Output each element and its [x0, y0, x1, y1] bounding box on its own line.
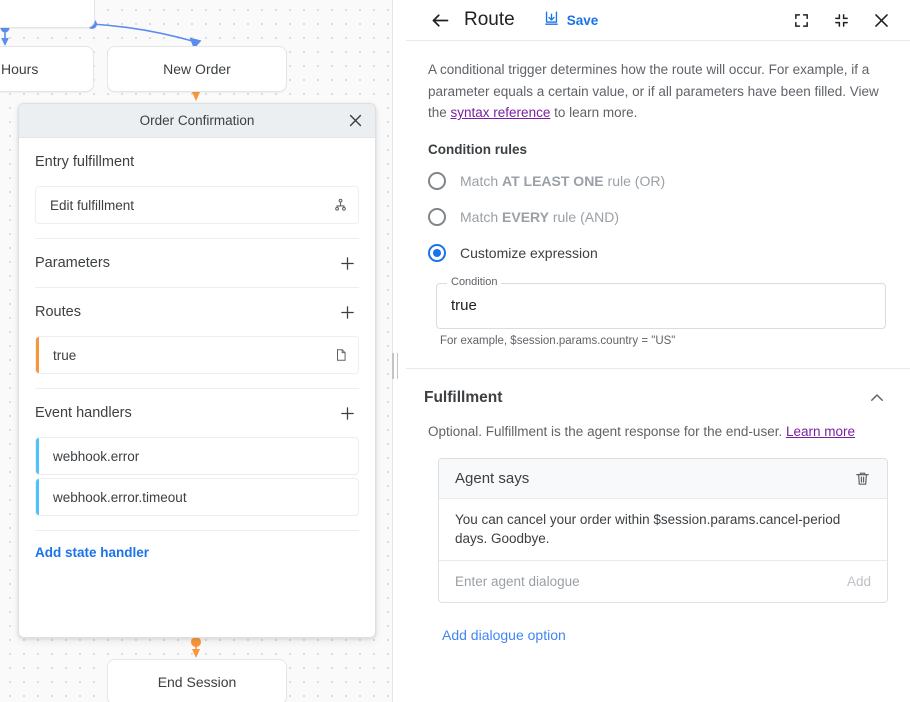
radio-match-every[interactable]: Match EVERY rule (AND) — [428, 199, 888, 235]
radio-customize-expression-label: Customize expression — [460, 245, 598, 261]
dialogflow-route-editor: Start Hours New Order End Session Order … — [0, 0, 910, 702]
section-event-handlers: Event handlers — [35, 389, 359, 437]
condition-section: A conditional trigger determines how the… — [406, 41, 910, 347]
page-icon — [334, 347, 348, 363]
condition-input[interactable]: true — [436, 283, 886, 329]
page-detail-card: Order Confirmation Entry fulfillment Edi… — [18, 103, 376, 638]
flow-node-new-order-label: New Order — [163, 61, 231, 77]
fulfillment-description-text: Optional. Fulfillment is the agent respo… — [428, 424, 786, 439]
condition-input-value: true — [451, 297, 477, 314]
flow-node-start[interactable]: Start — [0, 0, 95, 28]
page-card-title: Order Confirmation — [140, 113, 255, 128]
radio-customize-expression[interactable]: Customize expression — [428, 235, 888, 271]
condition-rules-heading: Condition rules — [428, 142, 888, 157]
agent-says-card: Agent says You can cancel your order wit… — [438, 458, 888, 603]
section-entry-fulfillment-title: Entry fulfillment — [35, 154, 134, 170]
panel-divider — [392, 0, 393, 702]
fulfillment-body: Optional. Fulfillment is the agent respo… — [406, 421, 910, 646]
radio-match-at-least-one-label: Match AT LEAST ONE rule (OR) — [460, 173, 665, 189]
add-event-handler-button[interactable] — [335, 401, 359, 425]
fulfillment-accordion-header[interactable]: Fulfillment — [406, 369, 910, 421]
event-handler-label: webhook.error — [36, 449, 139, 464]
close-icon[interactable] — [868, 7, 894, 33]
fullscreen-exit-icon[interactable] — [828, 7, 854, 33]
flow-node-new-order[interactable]: New Order — [107, 46, 287, 92]
panel-resize-handle[interactable] — [390, 352, 400, 380]
agent-says-message[interactable]: You can cancel your order within $sessio… — [439, 499, 887, 561]
radio-match-every-label: Match EVERY rule (AND) — [460, 209, 619, 225]
radio-icon — [428, 208, 446, 226]
radio-icon — [428, 172, 446, 190]
agent-dialogue-add-button[interactable]: Add — [847, 574, 871, 589]
route-description: A conditional trigger determines how the… — [428, 59, 888, 124]
page-title: Route — [464, 9, 515, 31]
fulfillment-description: Optional. Fulfillment is the agent respo… — [428, 421, 888, 443]
agent-dialogue-input-row[interactable]: Enter agent dialogue Add — [439, 561, 887, 602]
section-routes: Routes — [35, 288, 359, 336]
radio-match-at-least-one[interactable]: Match AT LEAST ONE rule (OR) — [428, 163, 888, 199]
save-icon — [543, 10, 560, 30]
event-accent-bar — [36, 438, 39, 474]
flow-node-end-session-label: End Session — [158, 674, 237, 690]
route-panel-content[interactable]: A conditional trigger determines how the… — [406, 41, 910, 702]
event-handler-item[interactable]: webhook.error.timeout — [35, 478, 359, 516]
condition-field[interactable]: Condition true — [436, 283, 886, 329]
agent-dialogue-input[interactable]: Enter agent dialogue — [455, 574, 580, 589]
add-state-handler-link[interactable]: Add state handler — [35, 531, 149, 560]
route-item-label: true — [36, 348, 76, 363]
route-panel-header: Route Save — [406, 0, 910, 41]
page-card-header: Order Confirmation — [19, 104, 375, 138]
section-entry-fulfillment: Entry fulfillment — [35, 138, 359, 186]
trash-icon[interactable] — [851, 468, 873, 490]
flow-node-hours[interactable]: Hours — [0, 46, 94, 92]
flow-canvas[interactable]: Start Hours New Order End Session Order … — [0, 0, 392, 702]
account-tree-icon — [333, 198, 348, 213]
save-button[interactable]: Save — [543, 10, 599, 30]
route-item-true[interactable]: true — [35, 336, 359, 374]
add-parameter-button[interactable] — [335, 251, 359, 275]
agent-says-title: Agent says — [455, 470, 529, 487]
learn-more-link[interactable]: Learn more — [786, 424, 855, 439]
save-button-label: Save — [567, 13, 599, 28]
edit-fulfillment-row[interactable]: Edit fulfillment — [35, 186, 359, 224]
fullscreen-icon[interactable] — [788, 7, 814, 33]
route-panel: Route Save — [406, 0, 910, 702]
section-event-handlers-title: Event handlers — [35, 405, 132, 421]
radio-icon-selected — [428, 244, 446, 262]
flow-node-hours-label: Hours — [1, 61, 38, 77]
section-routes-title: Routes — [35, 304, 81, 320]
event-handler-item[interactable]: webhook.error — [35, 437, 359, 475]
syntax-reference-link[interactable]: syntax reference — [451, 105, 551, 120]
close-icon[interactable] — [345, 111, 365, 131]
add-route-button[interactable] — [335, 300, 359, 324]
page-card-body: Entry fulfillment Edit fulfillment — [19, 138, 375, 224]
add-dialogue-option-link[interactable]: Add dialogue option — [442, 627, 566, 643]
route-accent-bar — [36, 337, 39, 373]
condition-field-hint: For example, $session.params.country = "… — [440, 335, 888, 347]
agent-says-header: Agent says — [439, 459, 887, 499]
condition-field-label: Condition — [447, 276, 501, 289]
section-parameters: Parameters — [35, 239, 359, 287]
route-description-part2: to learn more. — [550, 105, 637, 120]
event-handler-label: webhook.error.timeout — [36, 490, 187, 505]
flow-node-end-session[interactable]: End Session — [107, 659, 287, 702]
edit-fulfillment-label: Edit fulfillment — [36, 198, 134, 213]
chevron-up-icon[interactable] — [866, 387, 888, 409]
arrow-back-icon[interactable] — [428, 8, 452, 32]
section-parameters-title: Parameters — [35, 255, 110, 271]
fulfillment-heading: Fulfillment — [424, 389, 502, 407]
event-accent-bar — [36, 479, 39, 515]
